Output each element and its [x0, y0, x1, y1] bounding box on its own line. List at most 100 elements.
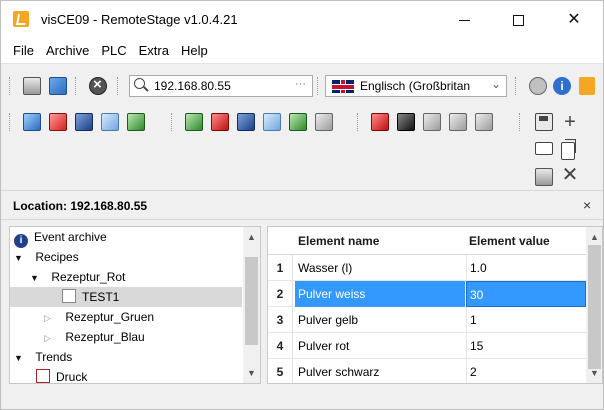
plc-new-icon[interactable] [185, 113, 203, 131]
archive-lock-icon[interactable] [397, 113, 415, 131]
expand-arrow-icon[interactable]: ▼ [14, 348, 26, 368]
tree-item-rezeptur-rot[interactable]: ▼ Rezeptur_Rot [30, 267, 125, 287]
tree-item-trends[interactable]: ▼ Trends [14, 347, 72, 367]
archive-properties-icon[interactable] [475, 113, 493, 131]
close-window-button[interactable]: ✕ [551, 1, 597, 39]
tree-item-event-archive[interactable]: i Event archive [14, 227, 107, 248]
tree-scrollbar[interactable]: ▲ ▼ [243, 227, 260, 383]
element-name-cell[interactable]: Pulver gelb [295, 307, 465, 333]
element-value-cell[interactable]: 2 [466, 359, 586, 383]
archive-delete-icon[interactable] [371, 113, 389, 131]
settings-wrench-icon[interactable] [529, 77, 547, 95]
grid-scrollbar[interactable]: ▲ ▼ [586, 227, 602, 383]
recipe-grid[interactable]: Element name Element value 1 Wasser (l) … [267, 226, 603, 384]
plc-export-icon[interactable] [289, 113, 307, 131]
row-number: 5 [268, 359, 293, 383]
element-name-cell[interactable]: Pulver rot [295, 333, 465, 359]
table-row[interactable]: 1 Wasser (l) 1.0 [268, 255, 586, 281]
copy-icon[interactable] [561, 139, 576, 160]
table-row[interactable]: 5 Pulver schwarz 2 [268, 359, 586, 383]
scroll-thumb[interactable] [245, 257, 258, 345]
recipe-upload-icon[interactable] [75, 113, 93, 131]
toolbar-grip[interactable] [317, 77, 320, 95]
window-icon[interactable] [535, 142, 553, 155]
tree-item-druck[interactable]: Druck [36, 367, 88, 384]
maximize-button[interactable] [495, 1, 541, 39]
archive-tree[interactable]: i Event archive ▼ Recipes ▼ Rezeptur_Rot … [9, 226, 261, 384]
expand-arrow-icon[interactable]: ▼ [30, 268, 42, 288]
column-header-value[interactable]: Element value [469, 227, 550, 255]
element-value-cell[interactable]: 1.0 [466, 255, 586, 281]
expand-arrow-icon[interactable]: ▷ [44, 328, 56, 348]
maximize-icon [512, 14, 524, 26]
table-row[interactable]: 4 Pulver rot 15 [268, 333, 586, 359]
toolbar-grip[interactable] [171, 113, 174, 131]
language-select[interactable]: Englisch (Großbritan ⌄ [325, 75, 507, 97]
menu-bar: File Archive PLC Extra Help [1, 39, 603, 63]
close-panel-icon[interactable]: × [583, 197, 591, 213]
element-value-cell[interactable]: 15 [466, 333, 586, 359]
menu-file[interactable]: File [7, 40, 40, 62]
menu-archive[interactable]: Archive [40, 40, 95, 62]
column-header-name[interactable]: Element name [298, 227, 379, 255]
tree-item-rezeptur-blau[interactable]: ▷ Rezeptur_Blau [44, 327, 145, 347]
toolbar-grip[interactable] [117, 77, 120, 95]
info-icon[interactable]: i [553, 77, 571, 95]
minimize-button[interactable] [441, 1, 487, 39]
app-logo-icon[interactable] [579, 77, 595, 95]
minimize-icon [458, 19, 470, 21]
tree-item-recipes[interactable]: ▼ Recipes [14, 247, 79, 267]
plc-edit-icon[interactable] [263, 113, 281, 131]
element-name-cell[interactable]: Pulver weiss [295, 281, 465, 307]
element-name-cell[interactable]: Wasser (l) [295, 255, 465, 281]
toolbar-grip[interactable] [9, 77, 12, 95]
address-history-icon[interactable]: ··· [295, 78, 306, 90]
open-folder-icon[interactable] [49, 77, 67, 95]
expand-arrow-icon[interactable]: ▼ [14, 248, 26, 268]
archive-view-icon[interactable] [423, 113, 441, 131]
menu-help[interactable]: Help [175, 40, 214, 62]
table-row[interactable]: 3 Pulver gelb 1 [268, 307, 586, 333]
table-row-selected[interactable]: 2 Pulver weiss 30 [268, 281, 586, 307]
toolbar-grip[interactable] [357, 113, 360, 131]
grid-header: Element name Element value [268, 227, 586, 255]
recipe-export-icon[interactable] [127, 113, 145, 131]
tree-item-label: Recipes [35, 250, 79, 264]
scroll-thumb[interactable] [588, 245, 601, 369]
toolbar-grip[interactable] [9, 113, 12, 131]
menu-plc[interactable]: PLC [95, 40, 132, 62]
scroll-down-icon[interactable]: ▼ [586, 365, 602, 381]
recipe-delete-icon[interactable] [49, 113, 67, 131]
disconnect-icon[interactable] [89, 76, 107, 95]
open-recipe-icon[interactable] [23, 113, 41, 131]
plc-load-icon[interactable] [237, 113, 255, 131]
close-icon: ✕ [567, 11, 581, 28]
scroll-up-icon[interactable]: ▲ [243, 229, 260, 245]
archive-export-icon[interactable] [449, 113, 467, 131]
element-name-cell[interactable]: Pulver schwarz [295, 359, 465, 383]
tree-item-test1[interactable]: TEST1 [10, 287, 242, 307]
menu-extra[interactable]: Extra [133, 40, 175, 62]
uk-flag-icon [332, 80, 354, 93]
save-icon[interactable] [535, 113, 553, 131]
add-icon[interactable]: + [561, 112, 579, 132]
paste-icon[interactable] [535, 168, 553, 186]
scroll-down-icon[interactable]: ▼ [243, 365, 260, 381]
address-input[interactable]: 192.168.80.55 ··· [129, 75, 313, 97]
delete-icon[interactable]: ✕ [561, 165, 579, 185]
element-value-cell[interactable]: 1 [466, 307, 586, 333]
element-value-cell[interactable]: 30 [466, 281, 586, 307]
location-label: Location: 192.168.80.55 [13, 199, 148, 213]
toolbar-grip[interactable] [519, 113, 522, 131]
toolbar-grip[interactable] [515, 77, 518, 95]
plc-properties-icon[interactable] [315, 113, 333, 131]
row-number: 2 [268, 281, 293, 307]
expand-arrow-icon[interactable]: ▷ [44, 308, 56, 328]
tree-item-rezeptur-gruen[interactable]: ▷ Rezeptur_Gruen [44, 307, 154, 327]
recipe-edit-icon[interactable] [101, 113, 119, 131]
tree-item-label: Druck [56, 370, 88, 384]
plc-delete-icon[interactable] [211, 113, 229, 131]
toolbar-grip[interactable] [75, 77, 78, 95]
scroll-up-icon[interactable]: ▲ [586, 229, 602, 245]
clipboard-icon[interactable] [23, 77, 41, 95]
